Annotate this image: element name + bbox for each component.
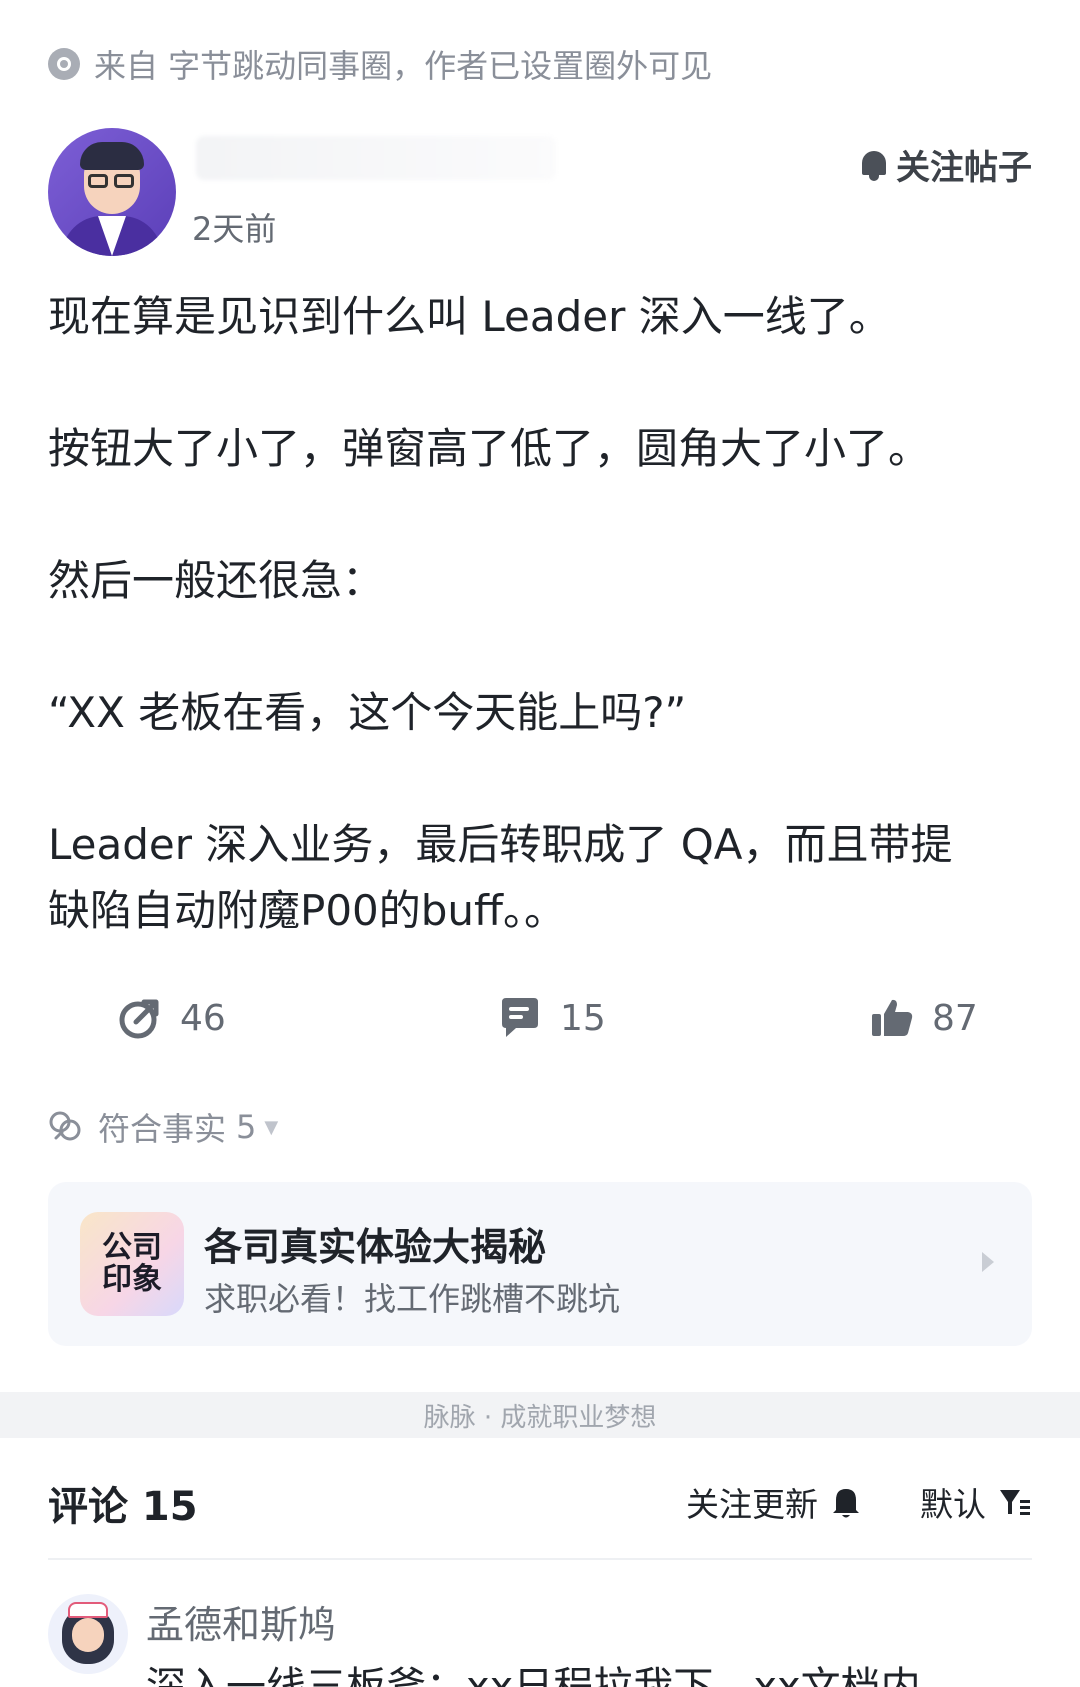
comment-text: 深入一线三板斧：xx日程拉我下，xx文档内 — [146, 1664, 921, 1687]
slogan-band: 脉脉 · 成就职业梦想 — [0, 1392, 1080, 1438]
fact-count: 5 — [236, 1108, 257, 1146]
fact-label: 符合事实 — [98, 1110, 227, 1148]
avatar-glasses-left — [88, 174, 108, 188]
circle-source-text: 来自 字节跳动同事圈，作者已设置圈外可见 — [94, 47, 713, 85]
comments-divider — [48, 1558, 1032, 1560]
circle-icon — [48, 48, 80, 80]
company-impression-logo: 公司 印象 — [80, 1212, 184, 1316]
post-paragraph: 然后一般还很急： — [48, 556, 385, 605]
share-button[interactable]: 46 — [118, 996, 226, 1040]
filter-icon — [1000, 1490, 1030, 1515]
follow-updates-button[interactable]: 关注更新 — [686, 1478, 862, 1526]
like-count: 87 — [932, 997, 978, 1039]
sort-dropdown[interactable]: 默认 — [920, 1478, 1032, 1526]
post-paragraph: 缺陷自动附魔P00的buff。。 — [48, 886, 566, 935]
share-count: 46 — [180, 997, 226, 1039]
follow-post-button[interactable]: 关注帖子 — [858, 140, 1032, 189]
logo-line-1: 公司 — [102, 1230, 162, 1265]
comments-title: 评论 15 — [48, 1484, 198, 1530]
post-paragraph: 现在算是见识到什么叫 Leader 深入一线了。 — [48, 292, 891, 341]
post-action-bar: 46 15 87 — [0, 996, 1080, 1056]
sort-label: 默认 — [920, 1485, 986, 1524]
post-paragraph: “XX 老板在看，这个今天能上吗?” — [48, 688, 687, 737]
fact-icon — [49, 1111, 81, 1141]
chevron-right-icon — [982, 1252, 994, 1272]
avatar-face-shape — [72, 1618, 104, 1652]
avatar-hair-shape — [80, 142, 144, 170]
post-paragraph: 按钮大了小了，弹窗高了低了，圆角大了小了。 — [48, 424, 931, 473]
logo-line-2: 印象 — [102, 1262, 162, 1297]
slogan-text: 脉脉 · 成就职业梦想 — [423, 1402, 657, 1433]
follow-updates-label: 关注更新 — [686, 1485, 818, 1524]
post-content: 现在算是见识到什么叫 Leader 深入一线了。 按钮大了小了，弹窗高了低了，圆… — [48, 284, 1032, 944]
fact-reaction-row[interactable]: 符合事实 5 ▼ — [48, 1104, 278, 1150]
commenter-name[interactable]: 孟德和斯鸠 — [146, 1594, 336, 1649]
avatar-nurse-cap-shape — [68, 1602, 108, 1618]
share-icon — [119, 999, 159, 1039]
author-row: 2天前 关注帖子 — [48, 128, 1032, 256]
thumbs-up-icon — [872, 999, 913, 1036]
promo-title: 各司真实体验大揭秘 — [204, 1225, 547, 1269]
follow-post-label: 关注帖子 — [896, 148, 1032, 188]
promo-subtitle: 求职必看！找工作跳槽不跳坑 — [204, 1280, 621, 1318]
author-name-blurred[interactable] — [196, 136, 556, 180]
bell-icon — [858, 147, 890, 183]
comment-icon — [502, 998, 538, 1037]
comment-button[interactable]: 15 — [498, 996, 606, 1040]
commenter-avatar[interactable] — [48, 1594, 128, 1674]
comments-header: 评论 15 关注更新 默认 — [48, 1470, 1032, 1530]
like-button[interactable]: 87 — [870, 996, 978, 1040]
post-time: 2天前 — [192, 210, 277, 248]
author-avatar[interactable] — [48, 128, 176, 256]
chevron-down-icon: ▼ — [264, 1116, 279, 1138]
post-paragraph: Leader 深入业务，最后转职成了 QA，而且带提 — [48, 820, 953, 869]
company-impression-card[interactable]: 公司 印象 各司真实体验大揭秘 求职必看！找工作跳槽不跳坑 — [48, 1182, 1032, 1346]
avatar-glasses-right — [114, 174, 134, 188]
bell-icon — [833, 1489, 859, 1518]
comment-count: 15 — [560, 997, 606, 1039]
circle-source-line[interactable]: 来自 字节跳动同事圈，作者已设置圈外可见 — [48, 44, 713, 85]
